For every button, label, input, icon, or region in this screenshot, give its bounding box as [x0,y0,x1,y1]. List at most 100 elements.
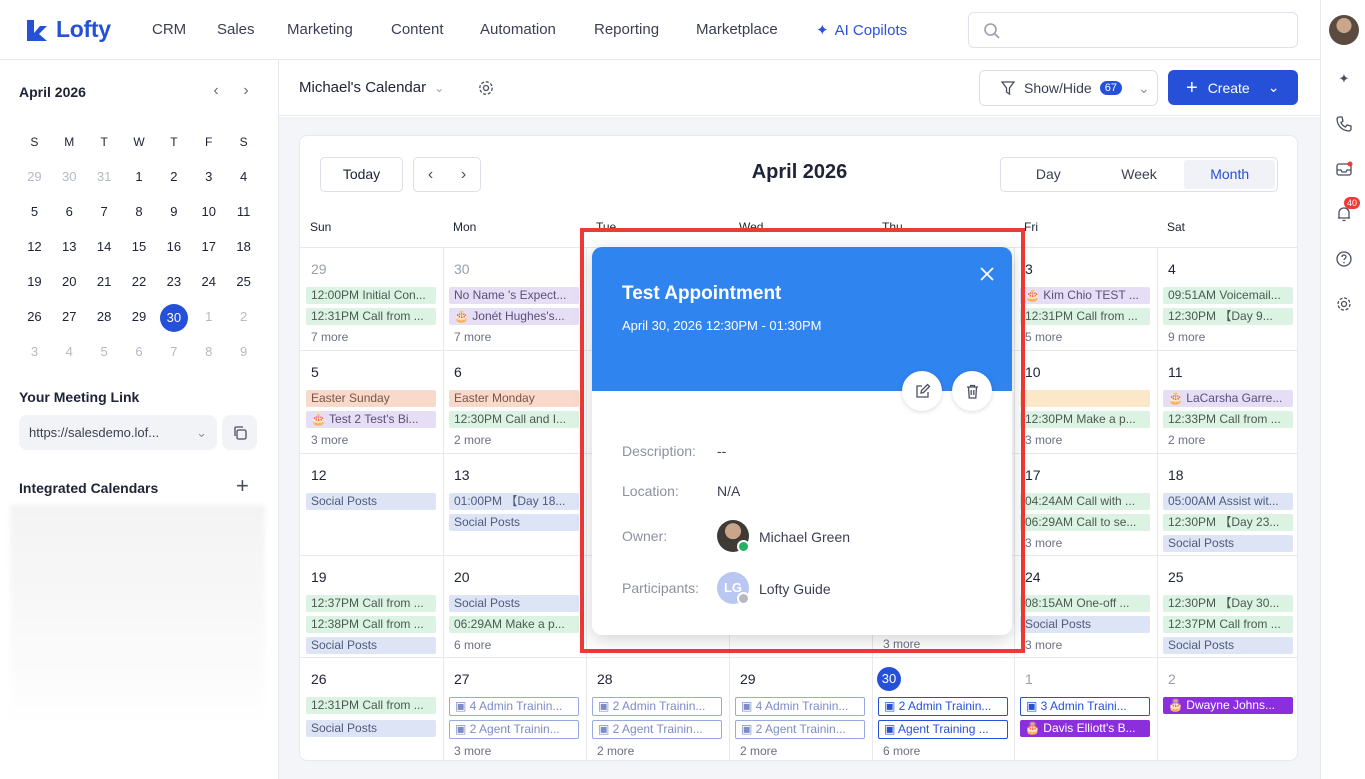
mini-day[interactable]: 3 [17,339,52,365]
day-cell[interactable]: 18 05:00AM Assist wit... 12:30PM 【Day 23..… [1157,453,1297,555]
more-events-link[interactable]: 7 more [311,330,348,344]
mini-day[interactable]: 1 [191,304,226,330]
day-cell[interactable]: 4 09:51AM Voicemail... 12:30PM 【Day 9... 9 … [1157,247,1297,349]
nav-item-marketplace[interactable]: Marketplace [696,21,778,38]
show-hide-button[interactable]: Show/Hide 67 ⌄ [979,70,1158,106]
mini-day[interactable]: 4 [226,164,261,190]
add-calendar-icon[interactable]: + [236,475,249,497]
calendar-event[interactable]: ▣ 2 Admin Trainin... [878,697,1008,716]
mini-day[interactable]: 9 [226,339,261,365]
day-cell[interactable]: 30 ▣ 2 Admin Trainin... ▣ Agent Training .… [872,657,1015,759]
mini-day[interactable]: 25 [226,269,261,295]
day-cell[interactable]: 5 Easter Sunday 🎂 Test 2 Test's Bi... 3 mor… [300,350,443,452]
more-events-link[interactable]: 3 more [454,744,491,758]
edit-event-button[interactable] [902,371,942,411]
calendar-event[interactable]: Social Posts [449,595,579,612]
mini-day[interactable]: 23 [156,269,191,295]
mini-day[interactable]: 10 [191,199,226,225]
day-cell[interactable]: 29 ▣ 4 Admin Trainin... ▣ 2 Agent Trainin.… [729,657,872,759]
calendar-event[interactable]: 12:37PM Call from ... [306,595,436,612]
more-events-link[interactable]: 3 more [1025,638,1062,652]
day-cell[interactable]: 30 No Name 's Expect... 🎂 Jonét Hughes's..… [443,247,586,349]
help-icon[interactable] [1333,248,1355,270]
calendar-event[interactable]: 🎂 Dwayne Johns... [1163,697,1293,714]
day-cell[interactable]: 3 🎂 Kim Chio TEST ... 12:31PM Call from ..… [1014,247,1157,349]
inbox-icon[interactable] [1333,158,1355,180]
calendar-event[interactable]: Social Posts [1020,616,1150,633]
search-input[interactable] [1009,21,1279,36]
day-cell[interactable]: 29 12:00PM Initial Con... 12:31PM Call fro… [300,247,443,349]
calendar-event[interactable]: 🎂 Davis Elliott's B... [1020,720,1150,737]
phone-icon[interactable] [1333,113,1355,135]
calendar-event[interactable]: 12:00PM Initial Con... [306,287,436,304]
day-cell[interactable]: 13 01:00PM 【Day 18... Social Posts [443,453,586,555]
mini-day[interactable]: 1 [122,164,157,190]
user-avatar[interactable] [1329,15,1359,45]
calendar-event[interactable]: 05:00AM Assist wit... [1163,493,1293,510]
view-day-button[interactable]: Day [1003,160,1094,189]
calendar-event[interactable]: ▣ 2 Agent Trainin... [735,720,865,739]
day-cell[interactable]: 11 🎂 LaCarsha Garre... 12:33PM Call from .… [1157,350,1297,452]
nav-item-marketing[interactable]: Marketing [287,21,353,38]
mini-day[interactable]: 26 [17,304,52,330]
close-icon[interactable] [978,265,996,283]
mini-day[interactable]: 29 [17,164,52,190]
mini-day[interactable]: 9 [156,199,191,225]
calendar-event[interactable]: ▣ 4 Admin Trainin... [449,697,579,716]
more-events-link[interactable]: 2 more [740,744,777,758]
calendar-event[interactable]: 06:29AM Make a p... [449,616,579,633]
settings-icon[interactable] [1333,293,1355,315]
calendar-event[interactable]: 12:30PM 【Day 23... [1163,514,1293,531]
calendar-event[interactable]: 12:31PM Call from ... [306,697,436,714]
meeting-link-select[interactable]: https://salesdemo.lof... ⌄ [19,415,217,450]
mini-day[interactable]: 30 [156,303,191,332]
calendar-event[interactable]: Social Posts [1163,637,1293,654]
calendar-event[interactable]: 04:24AM Call with ... [1020,493,1150,510]
more-events-link[interactable]: 3 more [1025,536,1062,550]
day-cell[interactable]: 10 12:30PM Make a p... 3 more [1014,350,1157,452]
day-cell[interactable]: 1 ▣ 3 Admin Traini... 🎂 Davis Elliott's B.… [1014,657,1157,759]
calendar-event[interactable] [1020,390,1150,407]
calendar-event[interactable]: 12:30PM Make a p... [1020,411,1150,428]
calendar-event[interactable]: Social Posts [306,720,436,737]
day-cell[interactable]: 24 08:15AM One-off ... Social Posts 3 more [1014,555,1157,657]
calendar-event[interactable]: Social Posts [306,493,436,510]
day-cell[interactable]: 27 ▣ 4 Admin Trainin... ▣ 2 Agent Trainin.… [443,657,586,759]
day-cell[interactable]: 25 12:30PM 【Day 30... 12:37PM Call from ..… [1157,555,1297,657]
calendar-event[interactable]: ▣ 3 Admin Traini... [1020,697,1150,716]
day-cell[interactable]: 26 12:31PM Call from ... Social Posts [300,657,443,759]
mini-day[interactable]: 20 [52,269,87,295]
day-cell[interactable]: 2 🎂 Dwayne Johns... [1157,657,1297,759]
more-events-link[interactable]: 3 more [311,433,348,447]
more-events-link[interactable]: 3 more [1025,433,1062,447]
calendar-event[interactable]: Easter Sunday [306,390,436,407]
mini-day[interactable]: 5 [17,199,52,225]
logo[interactable]: Lofty [24,16,111,43]
nav-item-crm[interactable]: CRM [152,21,186,38]
nav-item-ai-copilots[interactable]: ✦ AI Copilots [816,21,907,40]
mini-day[interactable]: 24 [191,269,226,295]
mini-day[interactable]: 7 [156,339,191,365]
more-events-link[interactable]: 9 more [1168,330,1205,344]
calendar-event[interactable]: ▣ Agent Training ... [878,720,1008,739]
calendar-event[interactable]: 12:30PM Call and I... [449,411,579,428]
calendar-event[interactable]: 🎂 LaCarsha Garre... [1163,390,1293,407]
mini-day[interactable]: 30 [52,164,87,190]
calendar-event[interactable]: 🎂 Test 2 Test's Bi... [306,411,436,428]
nav-item-content[interactable]: Content [391,21,444,38]
nav-item-automation[interactable]: Automation [480,21,556,38]
mini-day[interactable]: 2 [156,164,191,190]
calendar-event[interactable]: 12:38PM Call from ... [306,616,436,633]
mini-day[interactable]: 15 [122,234,157,260]
day-cell[interactable]: 6 Easter Monday 12:30PM Call and I... 2 mor… [443,350,586,452]
mini-day[interactable]: 28 [87,304,122,330]
day-cell[interactable]: 17 04:24AM Call with ... 06:29AM Call to s… [1014,453,1157,555]
calendar-event[interactable]: 06:29AM Call to se... [1020,514,1150,531]
calendar-event[interactable]: ▣ 2 Agent Trainin... [449,720,579,739]
bell-icon[interactable]: 40 [1333,197,1361,225]
more-events-link[interactable]: 7 more [454,330,491,344]
mini-day[interactable]: 6 [52,199,87,225]
mini-day[interactable]: 16 [156,234,191,260]
mini-day[interactable]: 11 [226,199,261,225]
nav-item-reporting[interactable]: Reporting [594,21,659,38]
